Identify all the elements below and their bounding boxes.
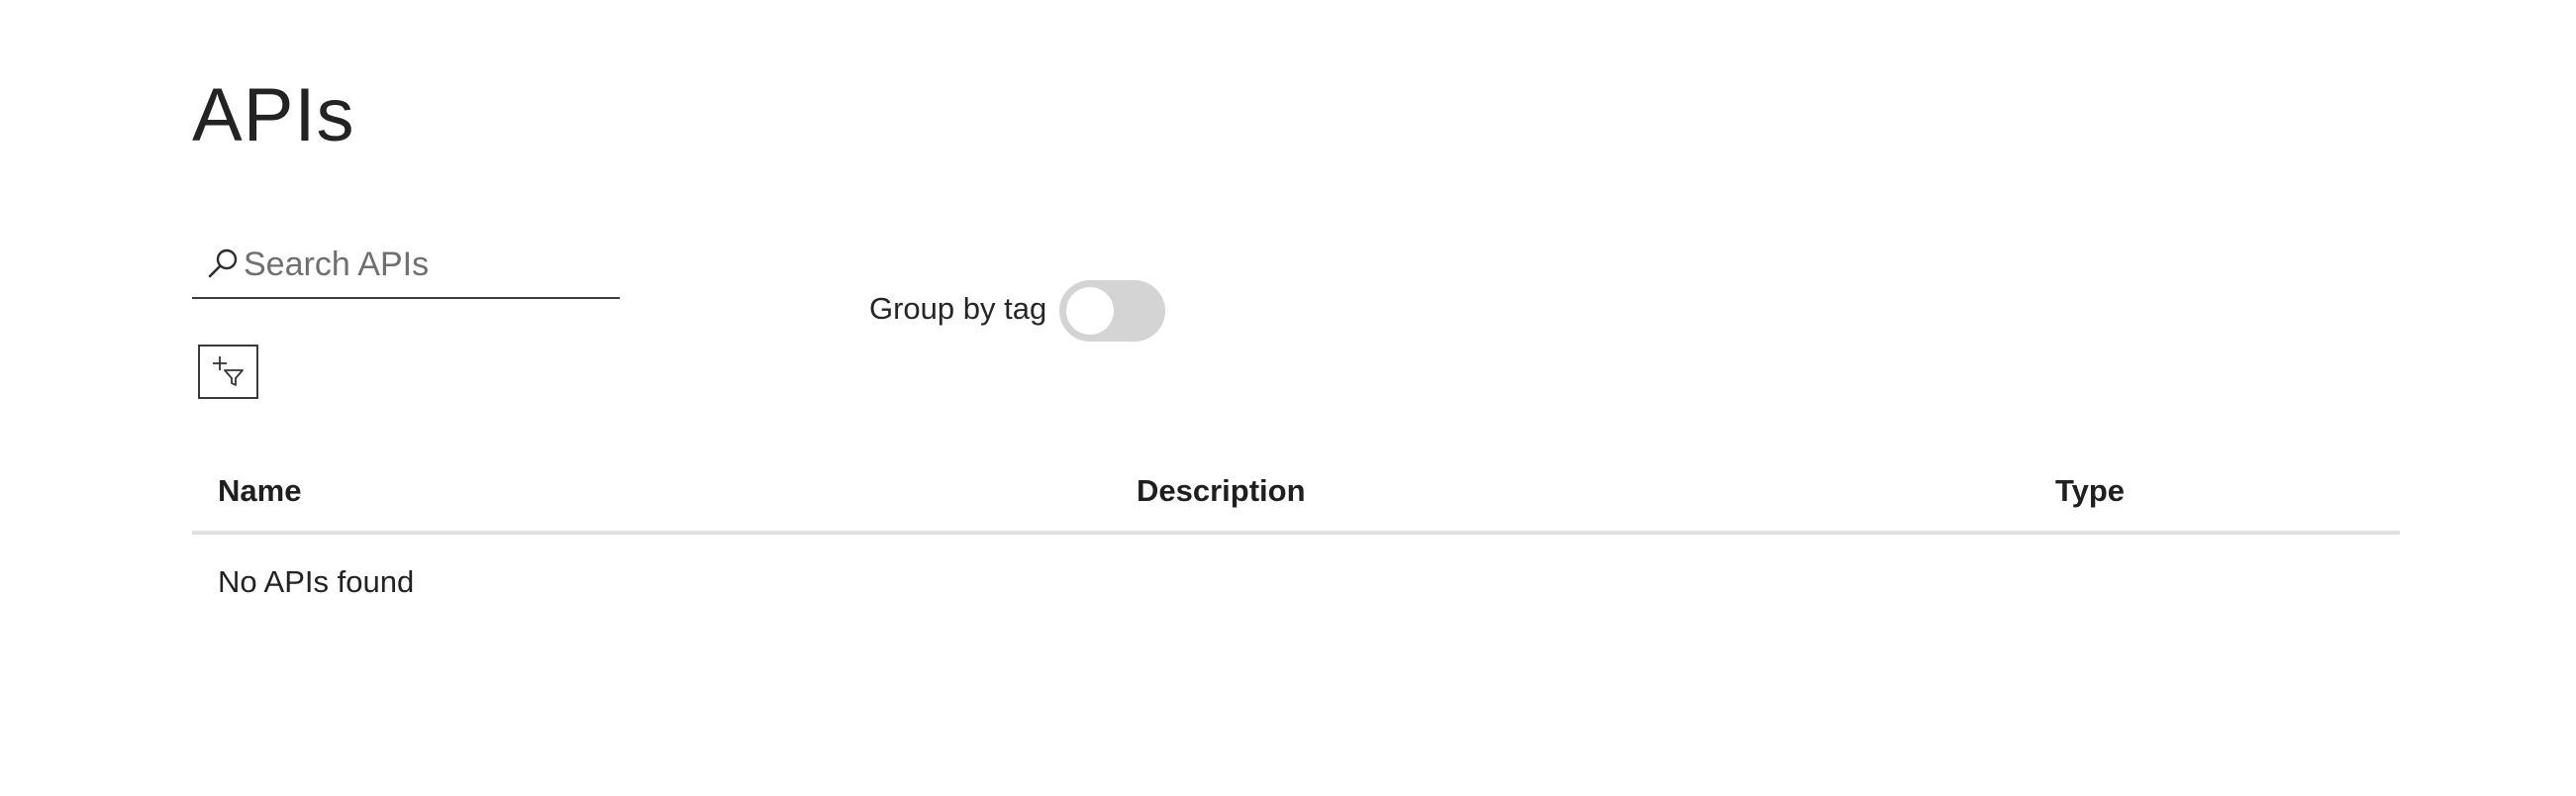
empty-state-message: No APIs found [218, 564, 415, 599]
search-icon [208, 249, 238, 278]
table-empty-row: No APIs found [192, 535, 2400, 630]
table-header: Name Description Type [192, 457, 2400, 535]
toggle-knob [1066, 287, 1114, 335]
apis-table: Name Description Type No APIs found [192, 457, 2400, 630]
add-filter-icon [213, 356, 244, 386]
group-by-tag-toggle[interactable] [1059, 280, 1165, 342]
column-header-description[interactable]: Description [1137, 471, 1306, 511]
add-filter-button[interactable] [198, 345, 258, 399]
search-input[interactable] [244, 242, 610, 287]
column-header-name[interactable]: Name [218, 471, 301, 511]
search-box [192, 236, 620, 299]
column-header-type[interactable]: Type [2055, 471, 2125, 511]
page-title: APIs [192, 73, 355, 157]
group-by-tag-label: Group by tag [869, 291, 1047, 326]
